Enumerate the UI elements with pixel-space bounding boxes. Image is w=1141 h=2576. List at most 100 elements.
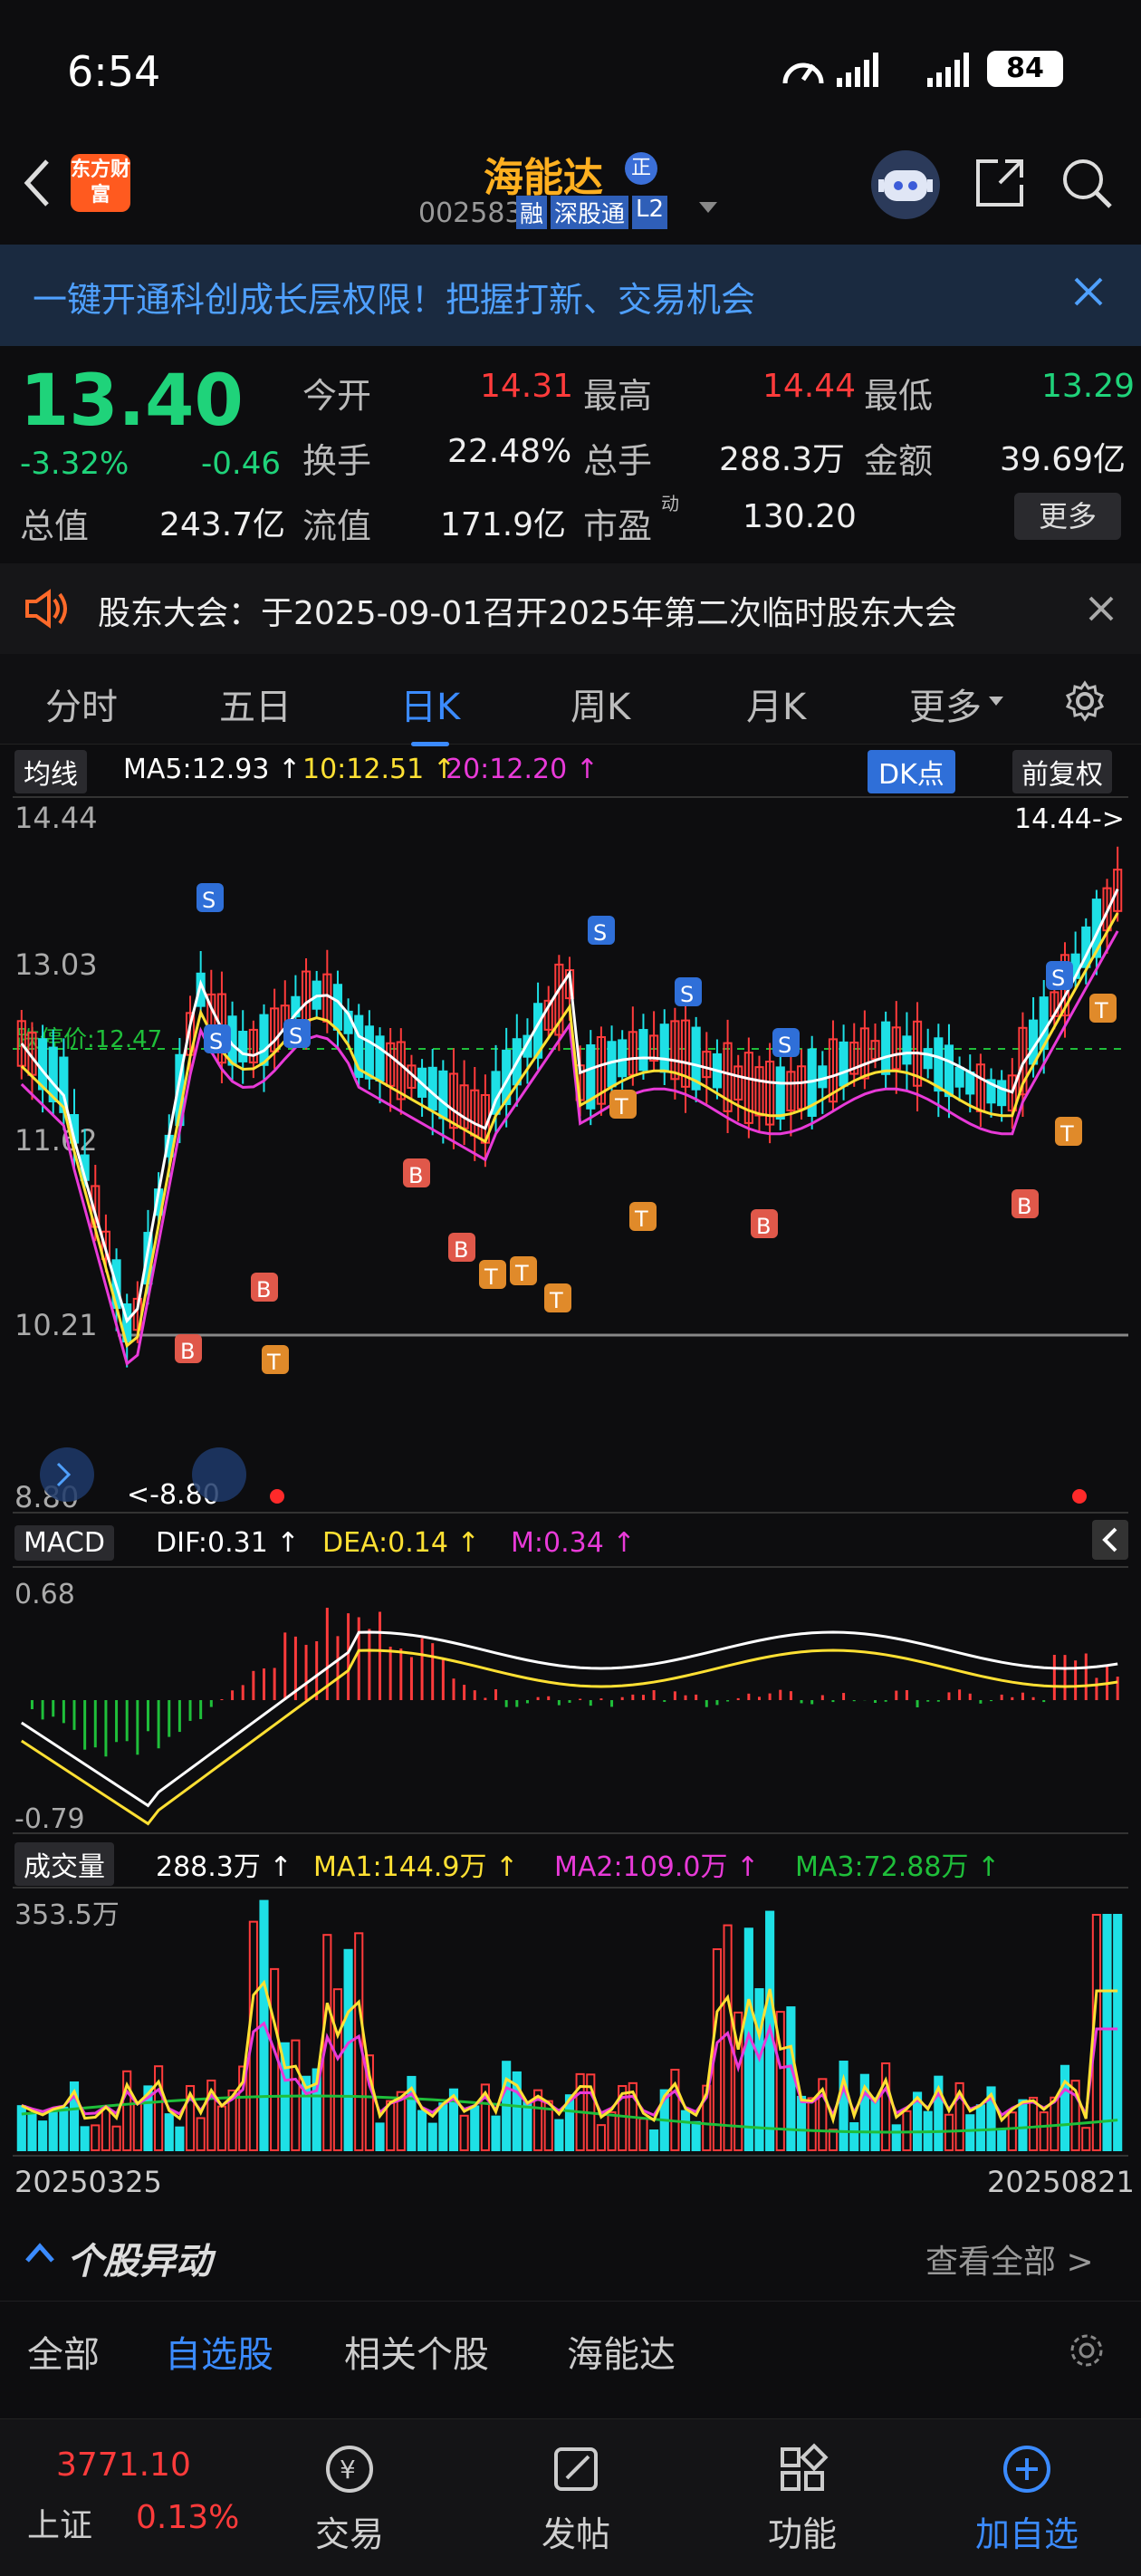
bottom-nav: 3771.10 上证 0.13% ¥ 交易 发帖 功能 加自选: [0, 2418, 1141, 2576]
turnover-label: 换手: [302, 441, 372, 481]
notice-bar[interactable]: 股东大会：于2025-09-01召开2025年第二次临时股东大会: [0, 563, 1141, 654]
macd-y-bottom: -0.79: [14, 1803, 85, 1835]
signal-letter: S: [593, 920, 607, 946]
pe-label: 市盈: [583, 506, 653, 546]
volume-bars: [16, 1899, 1123, 2152]
y-label-2: 13.03: [14, 947, 98, 982]
low-label: 最低: [864, 376, 934, 416]
volume-value: 288.3万: [719, 441, 846, 478]
close-icon[interactable]: [1070, 274, 1107, 313]
volume-bar: [754, 1988, 764, 2152]
volume-bar: [59, 2106, 69, 2151]
volume-bar: [196, 2117, 206, 2152]
tab-more[interactable]: 更多: [909, 678, 982, 730]
dea-line: [20, 1648, 1118, 1826]
robot-assistant-icon[interactable]: [871, 150, 940, 219]
tag-connect: 深股通: [551, 196, 629, 229]
period-tabs: 分时 五日 日K 周K 月K 更多: [0, 654, 1141, 746]
candle-body: [364, 1025, 374, 1080]
back-icon[interactable]: [20, 156, 56, 214]
volume-bar: [1029, 2096, 1039, 2151]
fullscreen-icon[interactable]: [192, 1447, 246, 1502]
filter-settings-icon[interactable]: [1069, 2332, 1105, 2372]
nav-post[interactable]: 发帖: [485, 2437, 666, 2556]
volume-bar: [975, 2104, 985, 2152]
tag-margin: 融: [516, 196, 548, 229]
chevron-down-icon[interactable]: [699, 201, 717, 218]
tab-weekly-k[interactable]: 周K: [570, 678, 630, 730]
filter-stock[interactable]: 海能达: [567, 2325, 676, 2378]
signal-letter: S: [680, 982, 694, 1007]
volume-bar: [386, 2100, 396, 2151]
volume-label: 总手: [583, 441, 653, 481]
y-label-high: 14.44: [14, 801, 98, 835]
tag-l2: L2: [632, 196, 668, 229]
volume-bar: [807, 2097, 817, 2151]
high-marker: 14.44->: [1014, 803, 1125, 835]
notice-close-icon[interactable]: [1087, 594, 1116, 627]
gear-icon[interactable]: [1063, 679, 1107, 726]
stock-code: 002583: [418, 197, 523, 229]
volume-bar: [417, 2110, 427, 2151]
volume-bar: [80, 2126, 90, 2152]
promo-banner[interactable]: 一键开通科创成长层权限！把握打新、交易机会: [0, 245, 1141, 346]
high-label: 最高: [583, 376, 653, 416]
filter-tabs: 全部 自选股 相关个股 海能达: [0, 2301, 1141, 2391]
trade-signals: SS SSSSSBBBBBBTT TTTTTT: [175, 883, 1117, 1375]
pe-sup: 动: [661, 493, 679, 514]
chevron-up-icon[interactable]: [24, 2241, 56, 2268]
status-time: 6:54: [67, 47, 161, 96]
candle-body: [954, 1066, 964, 1088]
grid-icon: [712, 2437, 893, 2501]
battery-icon: 84: [987, 51, 1063, 87]
signal-letter: T: [266, 1350, 281, 1375]
volume-bar: [91, 2124, 101, 2151]
nav-post-label: 发帖: [541, 2514, 610, 2554]
candle-body: [427, 1066, 437, 1111]
notice-text: 股东大会：于2025-09-01召开2025年第二次临时股东大会: [98, 595, 957, 632]
nav-trade[interactable]: ¥ 交易: [259, 2437, 440, 2556]
status-bar: 6:54 84: [0, 0, 1141, 145]
volume-bar: [164, 2113, 174, 2151]
filter-watchlist[interactable]: 自选股: [165, 2325, 273, 2378]
y-label-4: 10.21: [14, 1308, 98, 1342]
nav-trade-label: 交易: [314, 2514, 384, 2554]
volume-bar: [554, 2119, 564, 2151]
tab-daily-k[interactable]: 日K: [400, 678, 460, 746]
volume-bar: [332, 1988, 343, 2151]
index-value[interactable]: 3771.10: [56, 2446, 191, 2484]
candle-body: [944, 1044, 954, 1098]
verified-badge: 正: [625, 152, 657, 185]
kline-chart-area[interactable]: 均线 MA5:12.93 ↑ 10:12.51 ↑ 20:12.20 ↑ DK点…: [0, 745, 1141, 2199]
speed-icon: [781, 53, 826, 92]
view-all-link[interactable]: 查看全部 >: [925, 2235, 1094, 2283]
tab-intraday[interactable]: 分时: [45, 678, 118, 730]
volume-bar: [680, 2110, 691, 2152]
candle-body: [438, 1070, 448, 1120]
volume-bar: [427, 2122, 437, 2152]
volume-bar: [216, 2105, 227, 2152]
tab-monthly-k[interactable]: 月K: [746, 678, 806, 730]
volume-bar: [1081, 2127, 1091, 2151]
more-button[interactable]: 更多: [1014, 493, 1121, 540]
signal-letter: S: [1051, 966, 1065, 991]
search-icon[interactable]: [1060, 156, 1114, 214]
last-price: 13.40: [20, 360, 244, 442]
filter-related[interactable]: 相关个股: [344, 2325, 489, 2378]
signal-letter: S: [289, 1024, 302, 1049]
signal-letter: T: [1060, 1121, 1074, 1147]
nav-function[interactable]: 功能: [712, 2437, 893, 2556]
volume-bar: [1050, 2096, 1060, 2151]
signal-letter: B: [756, 1214, 771, 1239]
tab-five-day[interactable]: 五日: [219, 678, 292, 730]
filter-all[interactable]: 全部: [27, 2325, 100, 2378]
stock-name: 海能达: [484, 155, 603, 201]
signal-letter: T: [1094, 998, 1108, 1024]
share-icon[interactable]: [973, 156, 1027, 214]
signal-letter: S: [209, 1029, 223, 1054]
nav-function-label: 功能: [767, 2514, 837, 2554]
volume-bar: [111, 2125, 121, 2151]
app-logo[interactable]: 东方财富: [71, 154, 130, 212]
volume-bar: [375, 2122, 385, 2152]
nav-add-watchlist[interactable]: 加自选: [936, 2437, 1117, 2556]
